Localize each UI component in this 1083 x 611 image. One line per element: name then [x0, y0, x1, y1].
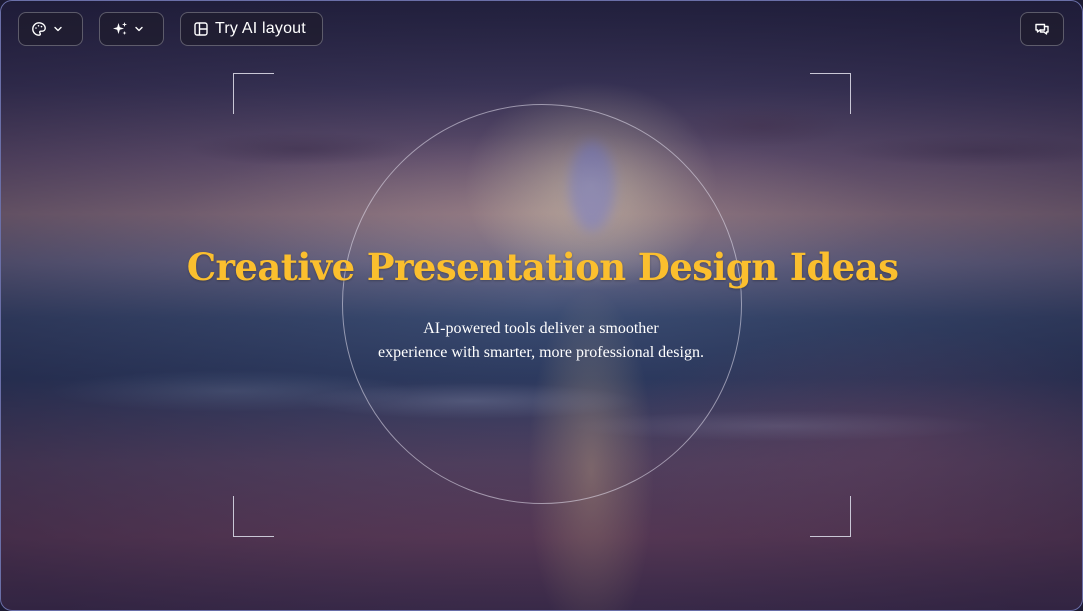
try-ai-layout-label: Try AI layout [215, 20, 306, 37]
chat-icon [1034, 21, 1050, 37]
subtitle-line-2: experience with smarter, more profession… [378, 344, 704, 361]
slide-title[interactable]: Creative Presentation Design Ideas [101, 245, 984, 289]
subtitle-line-1: AI-powered tools deliver a smoother [423, 320, 659, 337]
chevron-down-icon [134, 24, 144, 34]
layout-icon [193, 21, 209, 37]
sparkles-icon [112, 21, 128, 37]
ai-assistant-button[interactable] [99, 12, 164, 46]
slide-canvas[interactable]: Creative Presentation Design Ideas AI-po… [0, 0, 1083, 611]
frame-corner-bottom-left [233, 496, 274, 537]
theme-button[interactable] [18, 12, 83, 46]
frame-corner-top-left [233, 73, 274, 114]
chevron-down-icon [53, 24, 63, 34]
slide-subtitle[interactable]: AI-powered tools deliver a smoother expe… [301, 317, 781, 365]
decorative-circle [342, 104, 742, 504]
palette-icon [31, 21, 47, 37]
comments-button[interactable] [1020, 12, 1064, 46]
try-ai-layout-button[interactable]: Try AI layout [180, 12, 323, 46]
frame-corner-bottom-right [810, 496, 851, 537]
frame-corner-top-right [810, 73, 851, 114]
